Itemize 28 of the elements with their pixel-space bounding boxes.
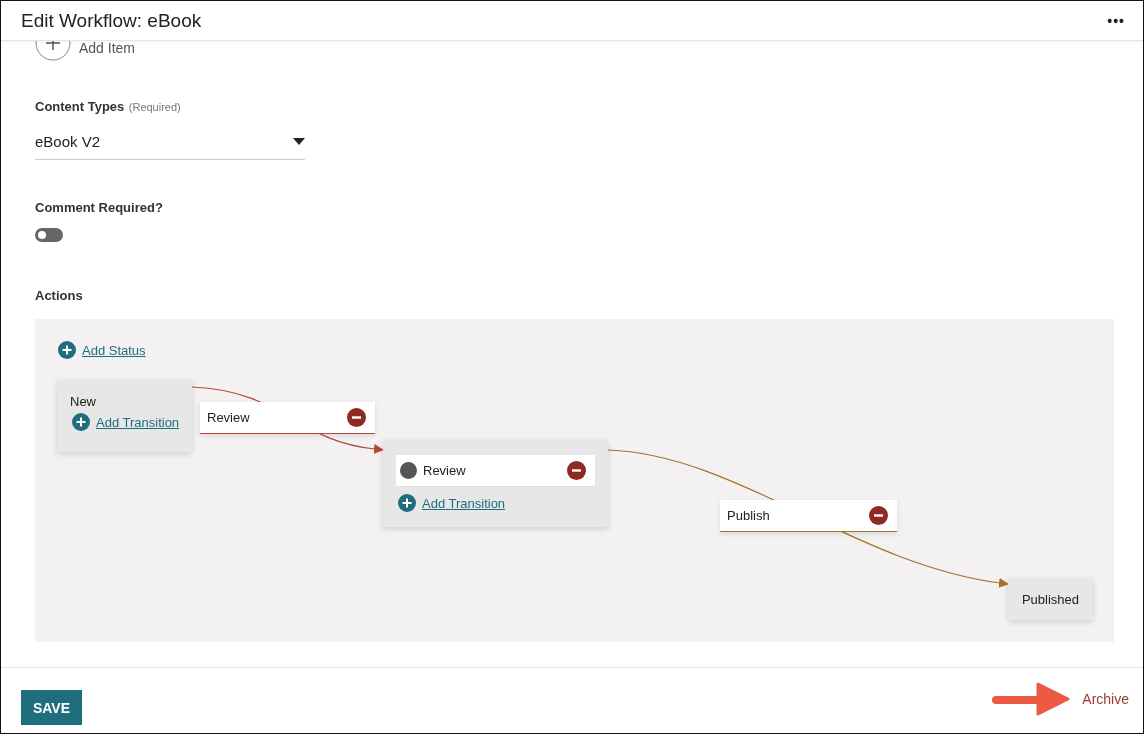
field-label: Comment Required?: [35, 200, 163, 215]
caret-icon: [293, 138, 305, 145]
add-status-link[interactable]: Add Status: [82, 342, 146, 358]
status-name: New: [70, 394, 97, 409]
add-transition-link[interactable]: Add Transition: [96, 414, 180, 430]
toggle-switch[interactable]: [35, 228, 63, 242]
remove-icon[interactable]: [869, 506, 888, 525]
section-label: Actions: [35, 288, 83, 303]
more-menu[interactable]: •••: [1107, 12, 1125, 29]
archive-link[interactable]: Archive: [1082, 691, 1129, 707]
content-type-dropdown[interactable]: eBook V2: [35, 127, 305, 160]
remove-icon[interactable]: [347, 408, 366, 427]
remove-icon[interactable]: [567, 461, 586, 480]
page-title: Edit Workflow: eBook: [21, 9, 202, 32]
add-item-link[interactable]: Add Item: [79, 40, 136, 56]
status-name: Review: [423, 463, 466, 478]
add-icon: [58, 341, 76, 359]
save-button[interactable]: SAVE: [21, 690, 82, 725]
add-transition-link[interactable]: Add Transition: [422, 495, 506, 511]
status-node: Published: [1008, 578, 1093, 620]
status-dot: [400, 462, 417, 479]
required-hint: (Required): [128, 101, 181, 113]
transition-name: Review: [207, 410, 250, 425]
callout-arrow-icon: [992, 681, 1071, 717]
transition-name: Publish: [727, 508, 770, 523]
add-icon: [398, 494, 416, 512]
field-label: Content Types: [35, 99, 125, 114]
add-icon: [72, 413, 90, 431]
